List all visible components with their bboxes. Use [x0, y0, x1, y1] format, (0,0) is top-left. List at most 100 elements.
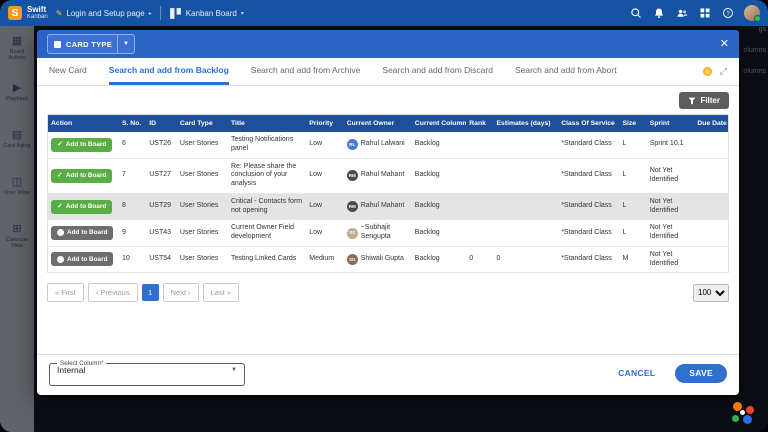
- first-page-button[interactable]: « First: [47, 282, 84, 302]
- online-status-dot: [754, 15, 761, 22]
- action-cell: ✓ Add to Board: [47, 132, 119, 159]
- check-icon: ✓: [57, 203, 63, 210]
- tab-search-and-add-from-archive[interactable]: Search and add from Archive: [251, 58, 361, 85]
- save-button[interactable]: SAVE: [675, 363, 727, 383]
- screen-frame: S Swift Kanban ✎ Login and Setup page ▸ …: [0, 0, 768, 432]
- estimates-cell: [493, 193, 559, 221]
- due-date-cell: [694, 193, 729, 221]
- table-row[interactable]: ✓ Add to Board 7 UST27 User Stories Re: Pleas…: [47, 158, 729, 194]
- nav-divider: [159, 6, 161, 20]
- chevron-down-icon: ▾: [240, 10, 244, 17]
- table-row[interactable]: ✓ Add to Board 6 UST26 User Stories Testing N…: [47, 132, 729, 159]
- owner-cell: SG Shiwali Gupta: [343, 246, 412, 274]
- check-icon: ✓: [57, 141, 63, 149]
- pencil-icon: ✎: [55, 8, 63, 18]
- title-cell: Testing Linked Cards: [227, 246, 307, 274]
- size-cell: L: [619, 219, 647, 247]
- swift-kanban-logo-icon: S: [8, 6, 22, 20]
- tab-search-and-add-from-abort[interactable]: Search and add from Abort: [515, 58, 617, 85]
- title-cell: Testing Notifications panel: [227, 132, 307, 159]
- user-avatar[interactable]: [744, 5, 761, 22]
- size-cell: L: [619, 132, 647, 159]
- class-of-service-cell: *Standard Class: [558, 132, 620, 159]
- add-to-board-button[interactable]: ✓ Add to Board: [51, 199, 113, 214]
- table-row[interactable]: ✓ Add to Board 8 UST29 User Stories Critical …: [47, 193, 729, 221]
- tab-new-card[interactable]: New Card: [49, 58, 87, 85]
- sun-icon[interactable]: [702, 67, 712, 76]
- sno-cell: 7: [119, 158, 147, 194]
- due-date-cell: [694, 132, 729, 159]
- column-header-due-date: Due Date: [694, 114, 729, 132]
- svg-text:?: ?: [726, 11, 730, 17]
- cancel-button[interactable]: CANCEL: [612, 367, 661, 379]
- current-column-cell: Backlog: [411, 132, 467, 159]
- filter-button[interactable]: Filter: [679, 92, 729, 109]
- last-page-button[interactable]: Last »: [202, 282, 240, 302]
- breadcrumb[interactable]: ✎ Login and Setup page ▸: [56, 9, 152, 18]
- current-page-button[interactable]: 1: [141, 283, 159, 301]
- add-to-board-label: Add to Board: [65, 141, 107, 149]
- next-page-button[interactable]: Next ›: [162, 282, 199, 302]
- board-menu[interactable]: Kanban Board ▾: [169, 7, 244, 20]
- size-cell: M: [619, 246, 647, 274]
- tab-search-and-add-from-discard[interactable]: Search and add from Discard: [382, 58, 493, 85]
- action-cell: Add to Board: [47, 219, 119, 247]
- rank-cell: [466, 219, 494, 247]
- card-type-cell: User Stories: [176, 219, 228, 247]
- add-to-board-button[interactable]: Add to Board: [51, 225, 114, 240]
- users-icon[interactable]: [675, 7, 688, 20]
- id-cell: UST26: [146, 132, 177, 159]
- id-cell: UST29: [146, 193, 177, 221]
- current-column-cell: Backlog: [411, 246, 467, 274]
- top-navbar: S Swift Kanban ✎ Login and Setup page ▸ …: [0, 0, 768, 26]
- avatar: RM: [346, 170, 358, 182]
- select-column-field[interactable]: Select Column* Internal ▼: [49, 360, 245, 386]
- page-size-select[interactable]: 100: [693, 283, 729, 302]
- board-icon: [169, 7, 181, 19]
- class-of-service-cell: *Standard Class: [558, 193, 620, 221]
- close-icon[interactable]: ✕: [720, 38, 729, 50]
- chevron-right-icon: ▸: [148, 10, 152, 17]
- pagination: « First ‹ Previous 1 Next › Last » 100: [47, 282, 729, 302]
- add-to-board-button[interactable]: Add to Board: [51, 252, 114, 267]
- avatar: RL: [346, 139, 358, 151]
- estimates-cell: [493, 132, 559, 159]
- brand[interactable]: S Swift Kanban: [8, 6, 48, 20]
- apps-grid-icon[interactable]: [698, 7, 711, 20]
- class-of-service-cell: *Standard Class: [558, 246, 620, 274]
- add-to-board-button[interactable]: ✓ Add to Board: [51, 137, 113, 152]
- sno-cell: 10: [119, 246, 147, 274]
- owner-name: Rahul Mahant: [360, 171, 405, 179]
- sno-cell: 9: [119, 219, 147, 247]
- column-header-current-owner: Current Owner: [343, 114, 412, 132]
- add-to-board-button[interactable]: ✓ Add to Board: [51, 168, 113, 183]
- action-cell: ✓ Add to Board: [47, 193, 119, 221]
- bell-icon[interactable]: [652, 7, 665, 20]
- app-window: S Swift Kanban ✎ Login and Setup page ▸ …: [0, 0, 768, 432]
- brand-subname: Kanban: [27, 14, 48, 20]
- previous-page-button[interactable]: ‹ Previous: [87, 282, 138, 302]
- sno-cell: 8: [119, 193, 147, 221]
- watermark-logo: [732, 402, 754, 424]
- card-type-select[interactable]: CARD TYPE ▼: [47, 34, 136, 54]
- priority-cell: Low: [306, 219, 344, 247]
- add-to-board-label: Add to Board: [65, 203, 107, 210]
- column-header-class-of-service: Class Of Service: [558, 114, 620, 132]
- tab-search-and-add-from-backlog[interactable]: Search and add from Backlog: [108, 58, 229, 85]
- search-icon[interactable]: [629, 7, 642, 20]
- owner-name: Rahul Lalwani: [360, 140, 405, 148]
- table-row[interactable]: Add to Board 10 UST54 User Stories Testing L…: [47, 246, 729, 274]
- circle-icon: [57, 229, 64, 237]
- class-of-service-cell: *Standard Class: [558, 158, 620, 194]
- priority-cell: Low: [306, 158, 344, 194]
- rank-cell: [466, 132, 494, 159]
- card-type-label: CARD TYPE: [66, 39, 113, 49]
- help-icon[interactable]: ?: [721, 7, 734, 20]
- table-row[interactable]: Add to Board 9 UST43 User Stories Current Ow…: [47, 219, 729, 247]
- estimates-cell: [493, 158, 559, 194]
- expand-icon[interactable]: ⤢: [720, 66, 727, 77]
- priority-cell: Low: [306, 193, 344, 221]
- id-cell: UST54: [146, 246, 177, 274]
- action-cell: ✓ Add to Board: [47, 158, 119, 194]
- column-header-sprint: Sprint: [646, 114, 695, 132]
